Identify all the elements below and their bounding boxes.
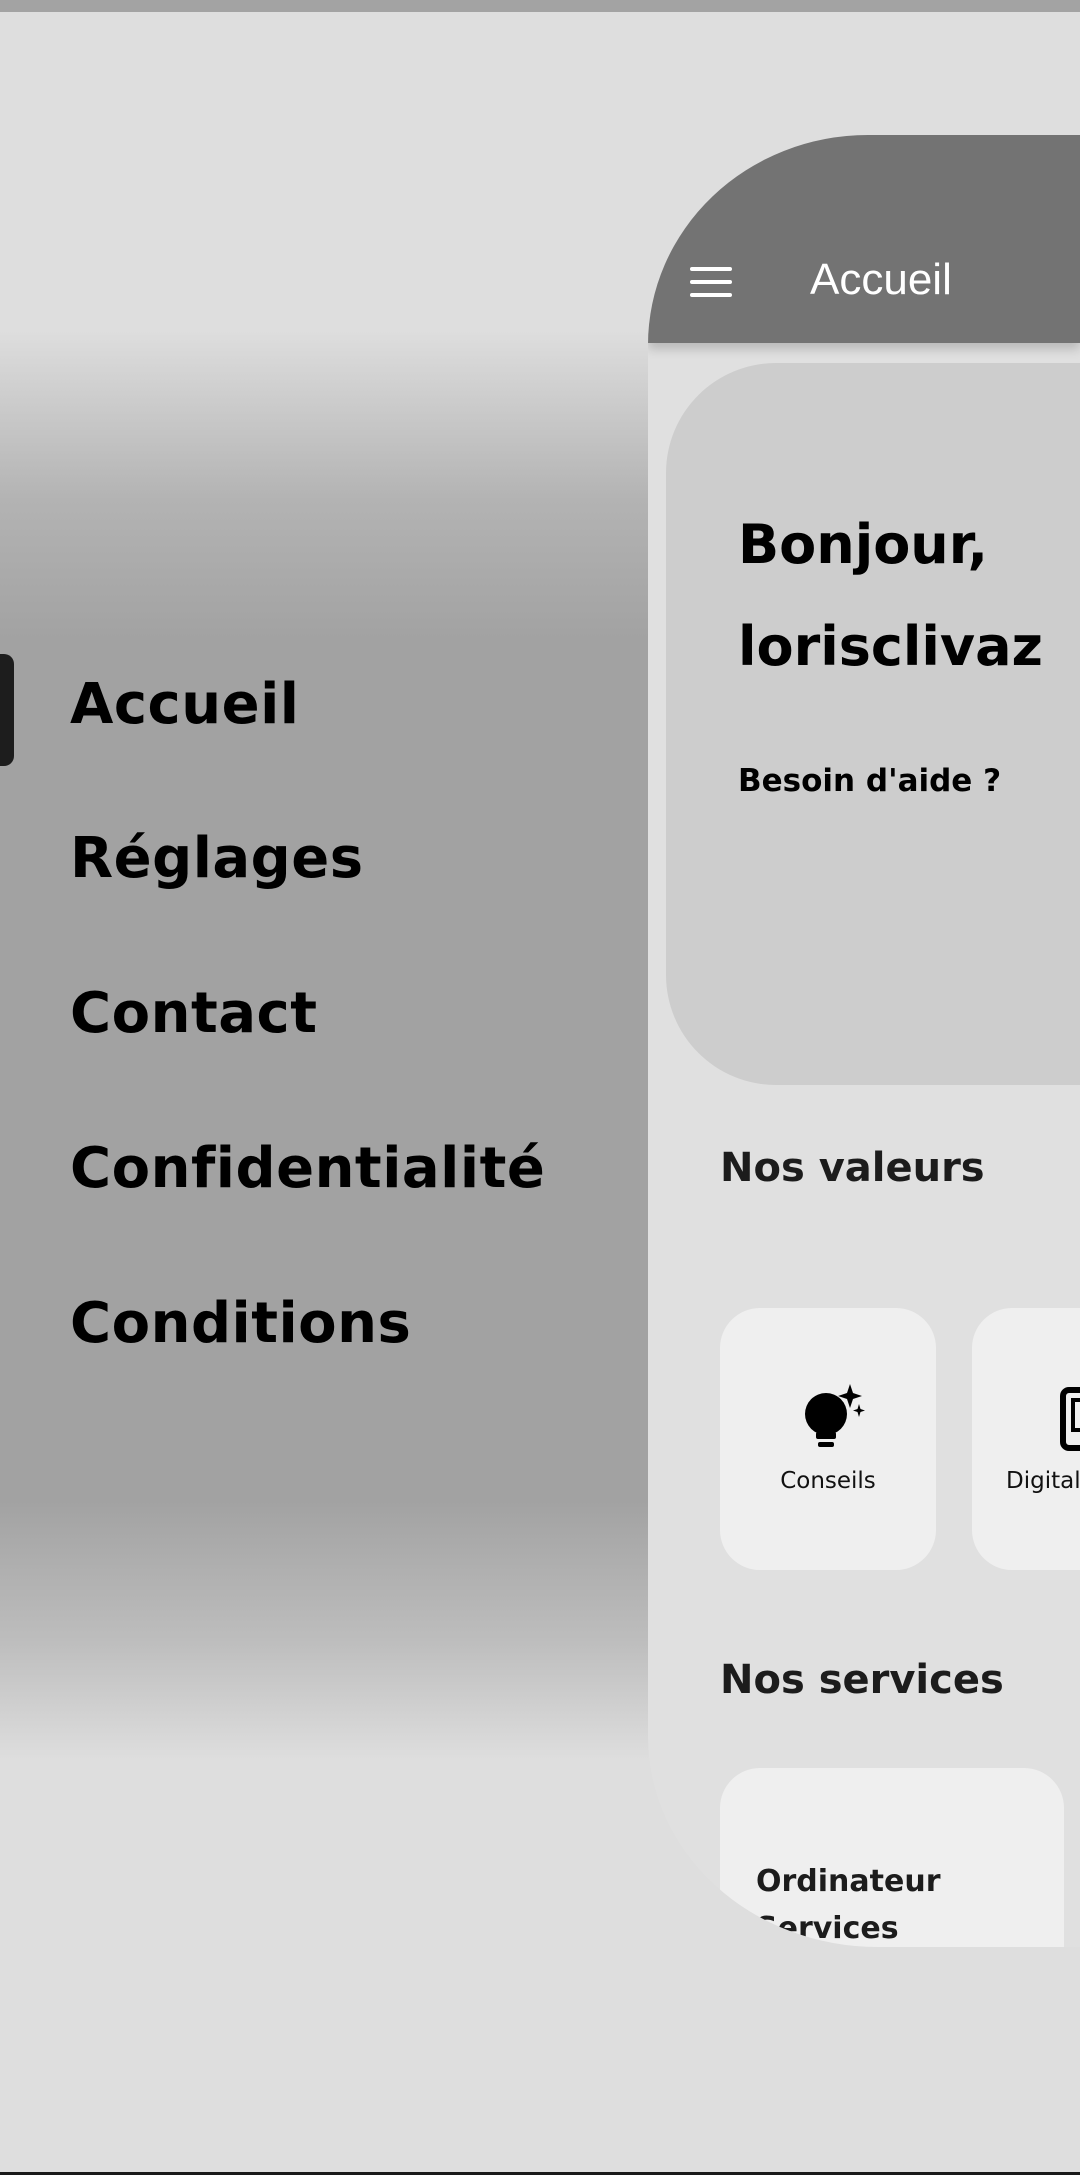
help-link[interactable]: Besoin d'aide ?: [738, 763, 1001, 799]
app-screen-preview[interactable]: Accueil Bonjour, lorisclivaz Besoin d'ai…: [648, 135, 1080, 1947]
status-bar: [0, 0, 1080, 12]
menu-item-contact[interactable]: Contact: [70, 981, 317, 1046]
value-card-conseils[interactable]: Conseils: [720, 1308, 936, 1570]
value-label: Digital: [1006, 1468, 1080, 1494]
lightbulb-sparkle-icon: [805, 1384, 865, 1447]
values-section-title: Nos valeurs: [720, 1145, 985, 1191]
service-title: Ordinateur Services: [756, 1864, 941, 1946]
menu-item-reglages[interactable]: Réglages: [70, 826, 364, 891]
menu-item-accueil[interactable]: Accueil: [70, 672, 299, 737]
greeting-username: lorisclivaz: [738, 615, 1043, 678]
service-card[interactable]: Ordinateur Services: [720, 1768, 1064, 1947]
selected-indicator: [0, 654, 14, 766]
value-label: Conseils: [780, 1468, 876, 1494]
value-card-digital[interactable]: Digital: [972, 1308, 1080, 1570]
services-section-title: Nos services: [720, 1657, 1004, 1703]
menu-icon[interactable]: [690, 267, 732, 297]
tablet-icon: [1060, 1387, 1080, 1451]
welcome-card: Bonjour, lorisclivaz Besoin d'aide ?: [666, 363, 1080, 1085]
greeting-line-1: Bonjour,: [738, 513, 988, 576]
menu-item-conditions[interactable]: Conditions: [70, 1291, 411, 1356]
page-title: Accueil: [810, 255, 952, 304]
menu-item-confidentialite[interactable]: Confidentialité: [70, 1136, 545, 1201]
app-bar: Accueil: [648, 135, 1080, 343]
